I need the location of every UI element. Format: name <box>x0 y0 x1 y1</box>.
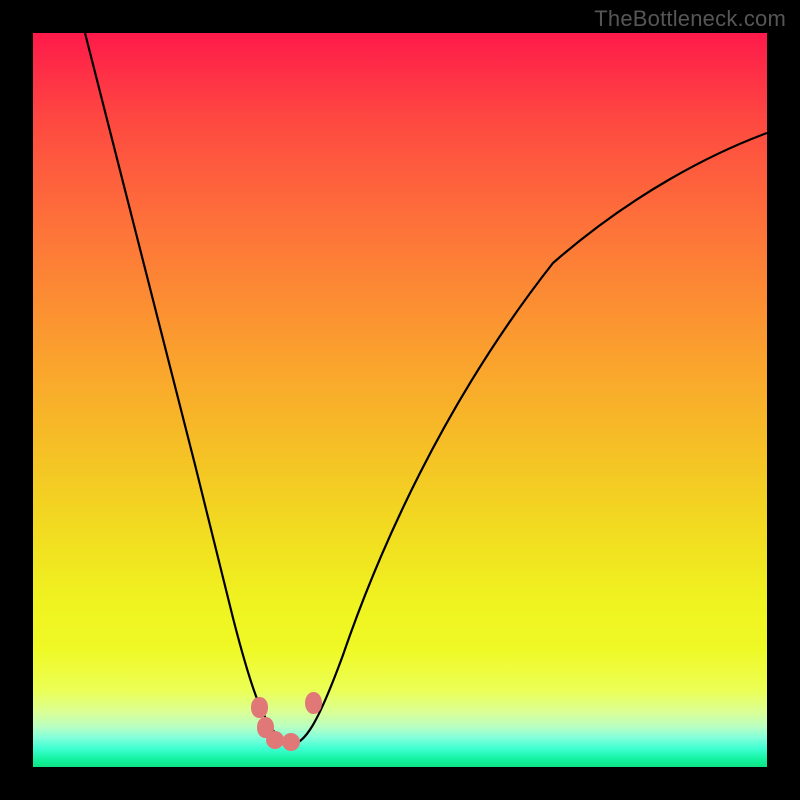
marker-left-lobe-top <box>251 697 268 718</box>
plot-area <box>33 33 767 767</box>
marker-right-lobe <box>305 692 322 714</box>
marker-bottom-2 <box>282 733 300 751</box>
chart-container: TheBottleneck.com <box>0 0 800 800</box>
watermark-text: TheBottleneck.com <box>594 6 786 32</box>
marker-layer <box>33 33 767 767</box>
